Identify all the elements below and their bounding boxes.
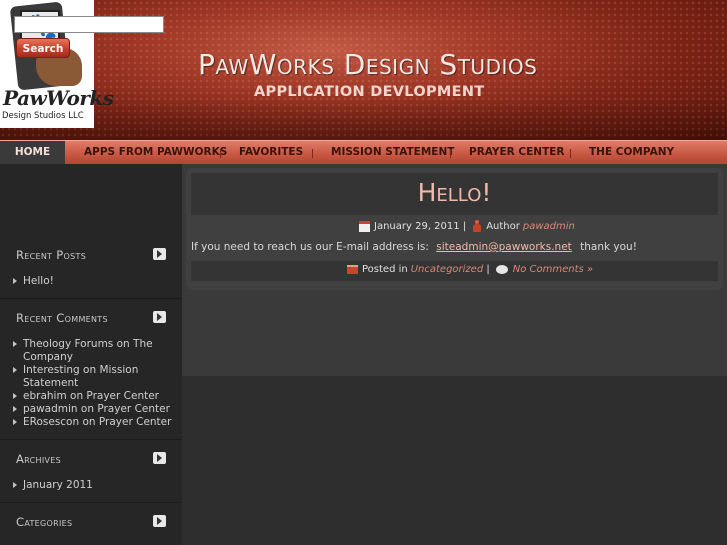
post-meta: January 29, 2011 | Author pawadmin (359, 220, 575, 232)
logo-subtext: Design Studios LLC (2, 111, 84, 121)
email-link[interactable]: siteadmin@pawworks.net (436, 241, 572, 253)
recent-comment-item[interactable]: Interesting on Mission Statement (13, 364, 173, 390)
folder-icon (347, 265, 358, 274)
widget-title-recent-posts: Recent Posts (16, 248, 87, 262)
widget-toggle-icon[interactable] (153, 515, 166, 527)
comments-link[interactable]: No Comments » (513, 264, 593, 275)
nav-apps-from-pawworks[interactable]: APPS FROM PAWWORKS (84, 141, 227, 165)
widget-toggle-icon[interactable] (153, 248, 166, 260)
bullet-arrow-icon (13, 367, 17, 373)
calendar-icon (359, 220, 370, 232)
archive-item[interactable]: January 2011 (13, 479, 173, 492)
nav-mission-statement[interactable]: MISSION STATEMENT (331, 141, 454, 165)
nav-prayer-center[interactable]: PRAYER CENTER (469, 141, 565, 165)
search-button[interactable]: Search (16, 38, 70, 58)
author-icon (472, 220, 482, 232)
bullet-arrow-icon (13, 393, 17, 399)
author-link[interactable]: pawadmin (523, 221, 575, 232)
post-body: If you need to reach us our E-mail addre… (191, 241, 637, 253)
widget-toggle-icon[interactable] (153, 452, 166, 464)
site-tagline: APPLICATION DEVLOPMENT (254, 84, 485, 100)
bullet-arrow-icon (13, 341, 17, 347)
site-title[interactable]: PawWorks Design Studios (198, 48, 537, 81)
nav-the-company[interactable]: THE COMPANY (589, 141, 674, 165)
recent-comment-item[interactable]: ERosescon on Prayer Center (13, 416, 173, 429)
author-label: Author (486, 220, 520, 232)
widget-title-archives: Archives (16, 452, 61, 466)
widget-title-categories: Categories (16, 515, 73, 529)
category-link[interactable]: Uncategorized (411, 264, 483, 275)
post-title[interactable]: Hello! (191, 178, 718, 207)
post-date: January 29, 2011 (374, 220, 460, 232)
widget-toggle-icon[interactable] (153, 311, 166, 323)
recent-post-item[interactable]: Hello! (13, 275, 173, 288)
bullet-arrow-icon (13, 406, 17, 412)
recent-comment-item[interactable]: pawadmin on Prayer Center (13, 403, 173, 416)
bullet-arrow-icon (13, 482, 17, 488)
recent-comment-item[interactable]: ebrahim on Prayer Center (13, 390, 173, 403)
nav-favorites[interactable]: FAVORITES (239, 141, 303, 165)
nav-home[interactable]: HOME (0, 141, 65, 165)
search-input[interactable] (14, 16, 164, 33)
comment-bubble-icon (495, 265, 508, 274)
widget-title-recent-comments: Recent Comments (16, 311, 108, 325)
main-nav: HOME APPS FROM PAWWORKS FAVORITES MISSIO… (0, 140, 727, 165)
logo-brand-text: PawWorks (3, 86, 114, 110)
bullet-arrow-icon (13, 419, 17, 425)
recent-comment-item[interactable]: Theology Forums on The Company (13, 338, 173, 364)
post-footer: Posted in Uncategorized | No Comments » (347, 264, 593, 275)
bullet-arrow-icon (13, 278, 17, 284)
